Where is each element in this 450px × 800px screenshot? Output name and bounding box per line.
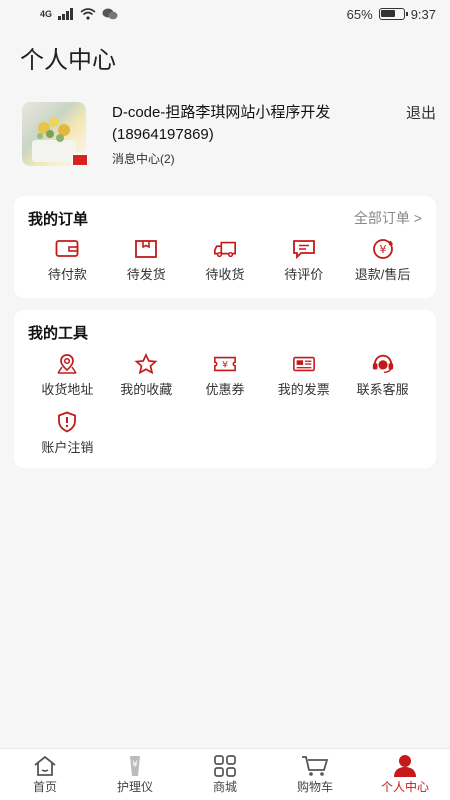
comment-icon — [292, 238, 316, 260]
battery-percent: 65% — [346, 6, 373, 22]
order-item-label: 待付款 — [47, 266, 87, 282]
tool-address[interactable]: 收货地址 — [28, 346, 107, 404]
star-icon — [134, 352, 158, 375]
flag-badge-icon — [72, 154, 88, 166]
tool-customer-service[interactable]: 联系客服 — [343, 346, 422, 404]
refund-icon: ¥ — [371, 238, 395, 260]
all-orders-link[interactable]: 全部订单 > — [354, 208, 422, 228]
tool-invoices[interactable]: 我的发票 — [264, 346, 343, 404]
tab-profile[interactable]: 个人中心 — [360, 749, 450, 800]
order-item-label: 待收货 — [205, 266, 245, 282]
tool-item-label: 收货地址 — [41, 381, 94, 397]
tab-label: 首页 — [32, 780, 57, 794]
order-pending-review[interactable]: 待评价 — [264, 232, 343, 288]
warning-shield-icon — [55, 411, 79, 433]
device-icon: ¥ — [123, 754, 147, 778]
profile-section: D-code-担路李琪网站小程序开发(18964197869) 消息中心(2) … — [0, 90, 450, 188]
status-bar: 4G 65% 9:37 — [0, 0, 450, 28]
page-title: 个人中心 — [20, 47, 116, 74]
orders-card: 我的订单 全部订单 > 待付款 待发货 待收货 待评价 ¥ 退款/售后 — [14, 196, 436, 298]
tab-home[interactable]: 首页 — [0, 749, 90, 800]
message-center-link[interactable]: 消息中心(2) — [112, 150, 436, 167]
status-time: 9:37 — [410, 6, 436, 22]
tool-item-label: 我的收藏 — [120, 381, 173, 397]
svg-text:¥: ¥ — [379, 243, 386, 256]
tools-title: 我的工具 — [28, 324, 89, 342]
wechat-icon — [102, 8, 118, 20]
order-refund[interactable]: ¥ 退款/售后 — [343, 232, 422, 288]
bottom-tab-bar: 首页 ¥ 护理仪 商城 购物车 个人中心 — [0, 748, 450, 800]
tool-close-account[interactable]: 账户注销 — [28, 404, 107, 462]
tool-item-label: 优惠券 — [205, 381, 245, 397]
svg-text:¥: ¥ — [222, 359, 228, 370]
tool-coupons[interactable]: ¥ 优惠券 — [186, 346, 265, 404]
tab-device[interactable]: ¥ 护理仪 — [90, 749, 180, 800]
orders-title: 我的订单 — [28, 210, 89, 228]
battery-icon — [378, 8, 408, 20]
logout-button[interactable]: 退出 — [406, 102, 436, 123]
order-pending-payment[interactable]: 待付款 — [28, 232, 107, 288]
profile-name: D-code-担路李琪网站小程序开发(18964197869) — [112, 104, 331, 143]
coupon-icon: ¥ — [213, 353, 237, 375]
order-pending-shipment[interactable]: 待发货 — [107, 232, 186, 288]
home-icon — [32, 754, 58, 778]
wifi-icon — [80, 8, 96, 20]
tool-item-label: 联系客服 — [356, 381, 409, 397]
location-icon — [55, 353, 79, 375]
tab-cart[interactable]: 购物车 — [270, 749, 360, 800]
wallet-icon — [55, 238, 79, 260]
avatar[interactable] — [22, 102, 88, 166]
tab-label: 护理仪 — [116, 780, 153, 794]
grid-icon — [213, 754, 237, 778]
svg-text:¥: ¥ — [132, 760, 138, 770]
signal-label: 4G — [40, 9, 53, 19]
tool-favorites[interactable]: 我的收藏 — [107, 346, 186, 404]
tab-label: 商城 — [212, 780, 237, 794]
tools-card: 我的工具 收货地址 我的收藏 ¥ 优惠券 我的发票 联系客服 账户注销 — [14, 310, 436, 468]
truck-icon — [213, 238, 237, 260]
order-item-label: 待评价 — [284, 266, 324, 282]
order-item-label: 待发货 — [126, 266, 166, 282]
package-icon — [134, 238, 158, 260]
tool-item-label: 我的发票 — [277, 381, 330, 397]
signal-icon — [58, 8, 74, 20]
headset-icon — [371, 353, 395, 375]
tab-label: 个人中心 — [380, 780, 429, 794]
order-pending-receipt[interactable]: 待收货 — [186, 232, 265, 288]
order-item-label: 退款/售后 — [354, 266, 411, 282]
tab-label: 购物车 — [296, 780, 333, 794]
tab-mall[interactable]: 商城 — [180, 749, 270, 800]
tool-item-label: 账户注销 — [41, 439, 94, 455]
cart-icon — [301, 754, 329, 778]
invoice-icon — [292, 353, 316, 375]
user-icon — [392, 754, 418, 778]
